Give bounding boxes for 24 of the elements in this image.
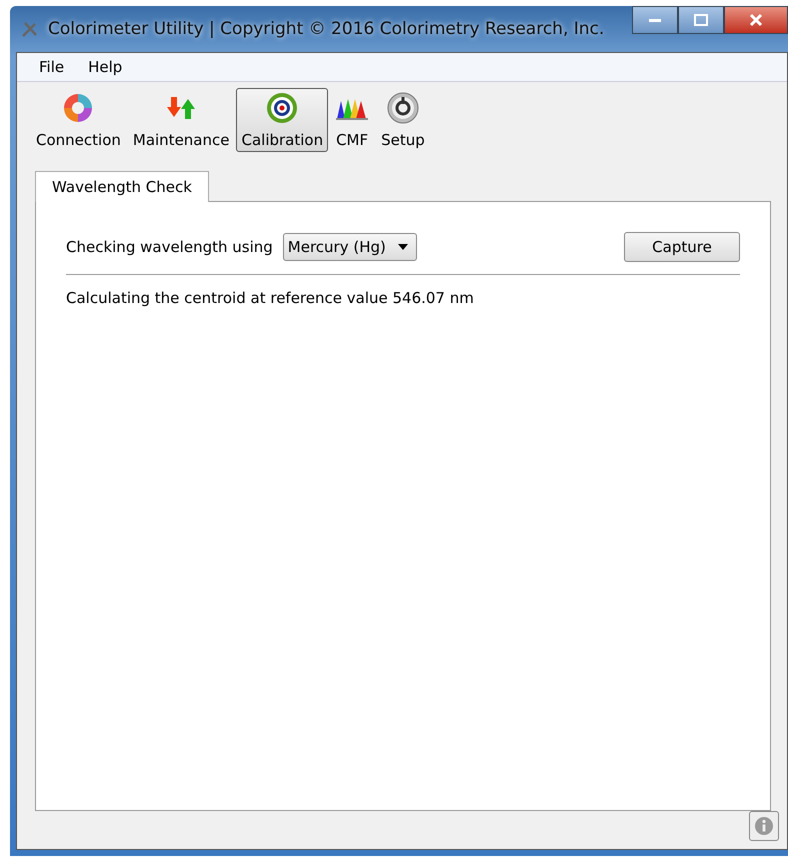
toolbar-button[interactable]: Calibration (236, 88, 328, 152)
info-button[interactable] (749, 811, 779, 841)
tab[interactable]: Wavelength Check (35, 171, 209, 202)
toolbar-button[interactable]: Setup (376, 88, 430, 152)
close-button[interactable] (724, 6, 788, 34)
maximize-icon (694, 14, 708, 26)
source-label: Checking wavelength using (66, 238, 273, 256)
maximize-button[interactable] (678, 6, 724, 34)
source-dropdown[interactable]: Mercury (Hg) (282, 233, 417, 261)
minimize-button[interactable] (632, 6, 678, 34)
dial-icon (386, 91, 420, 125)
target-icon (265, 91, 300, 125)
menu-item[interactable]: File (39, 58, 64, 76)
close-icon (748, 13, 764, 27)
toolbar-button[interactable]: Maintenance (128, 88, 234, 152)
toolbar-button[interactable]: CMF (330, 88, 374, 152)
window-title: Colorimeter Utility | Copyright © 2016 Colorimetry Research, Inc. (48, 19, 604, 39)
toolbar-button[interactable]: Connection (31, 88, 126, 152)
minimize-icon (648, 17, 662, 23)
dropdown-arrow-icon (398, 244, 408, 250)
menu-item[interactable]: Help (88, 58, 122, 76)
status-text: Calculating the centroid at reference value 546.07 nm (66, 289, 475, 307)
info-icon (754, 816, 774, 836)
capture-button[interactable]: Capture (624, 232, 740, 262)
